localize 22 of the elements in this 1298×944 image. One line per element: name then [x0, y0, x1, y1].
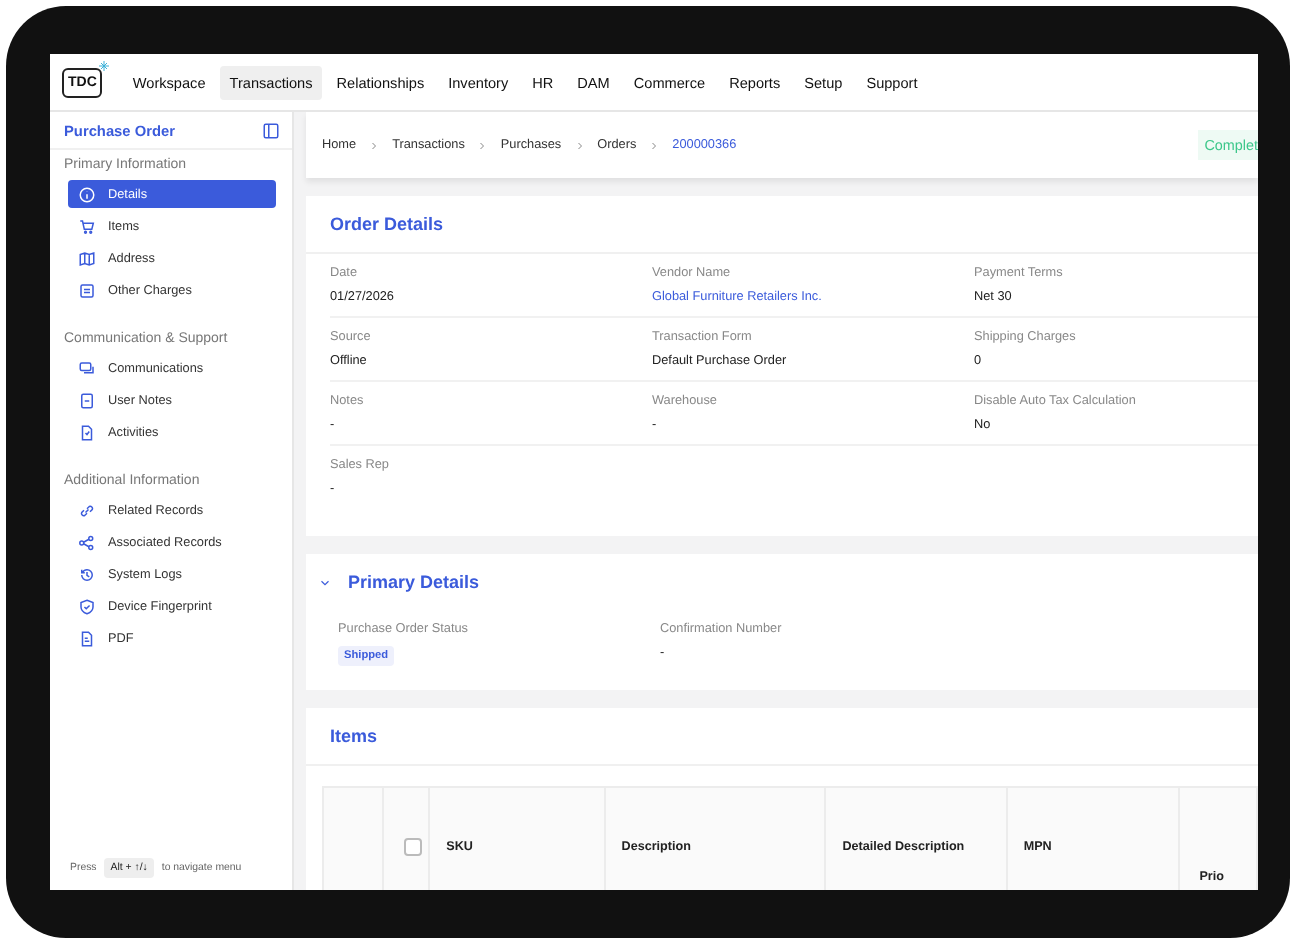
file-check-icon — [78, 423, 96, 441]
sparkle-icon — [98, 59, 111, 71]
chevron-icon — [573, 139, 586, 151]
card-title: Order Details — [306, 196, 1258, 254]
sidebar-toggle-icon[interactable] — [262, 122, 280, 140]
note-icon — [78, 391, 96, 409]
cart-icon — [78, 217, 96, 235]
document-icon — [78, 281, 96, 299]
file-icon — [78, 629, 96, 647]
info-icon — [78, 185, 96, 203]
share-icon — [78, 533, 96, 551]
link-icon — [78, 501, 96, 519]
shield-icon — [78, 597, 96, 615]
select-all-checkbox[interactable] — [404, 837, 423, 855]
map-icon — [78, 249, 96, 267]
chat-icon — [78, 359, 96, 377]
history-icon — [78, 565, 96, 583]
chevron-icon — [648, 139, 661, 151]
chevron-icon — [476, 139, 489, 151]
card-title: Items — [306, 708, 1258, 766]
chevron-icon — [368, 139, 381, 151]
section-title: Primary Details — [348, 572, 480, 592]
